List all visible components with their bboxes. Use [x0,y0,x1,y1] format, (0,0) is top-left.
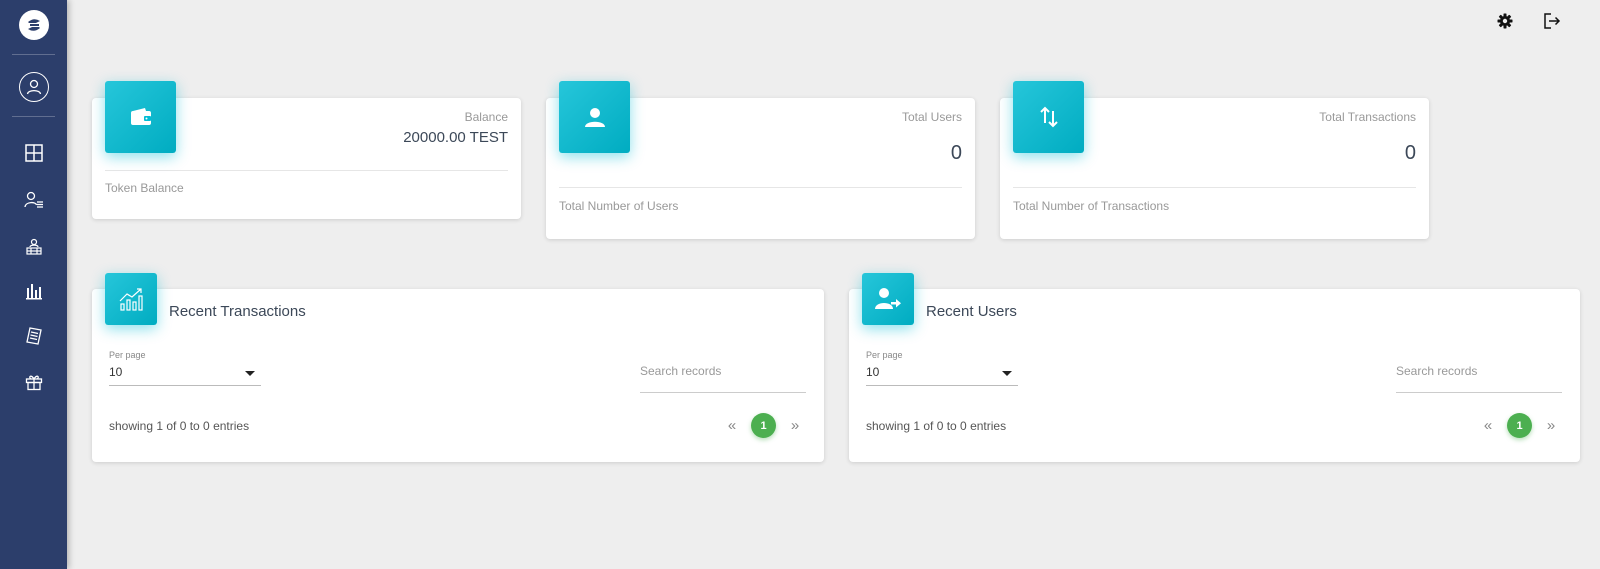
trending-icon-tile [105,273,157,325]
person-icon-tile [559,81,630,153]
sidebar-divider [12,54,55,55]
total-transactions-footer: Total Number of Transactions [1013,199,1170,213]
total-users-value: 0 [950,142,962,164]
user-arrow-icon [875,288,901,309]
pagination-page[interactable]: 1 [1507,413,1532,438]
total-users-footer: Total Number of Users [559,199,679,213]
per-page-select[interactable]: 10 [109,362,261,386]
balance-label: Balance [464,110,508,124]
balance-value: 20000.00 TEST [403,129,508,146]
total-users-label: Total Users [901,110,962,124]
pagination: « 1 » [725,413,802,438]
brand-logo-icon [28,19,40,31]
sidebar-divider [12,116,55,117]
wallet-icon-tile [105,81,176,153]
pagination-prev[interactable]: « [725,417,739,434]
gear-icon [1497,13,1513,29]
user-circle-icon[interactable] [19,72,49,102]
trending-chart-icon [119,288,143,311]
gift-icon [25,375,43,391]
recent-transactions-panel: Recent Transactions Per page 10 showing … [92,289,824,462]
user-arrow-icon-tile [862,273,914,325]
pagination-next[interactable]: » [1544,417,1558,434]
card-divider [105,170,508,171]
pagination: « 1 » [1481,413,1558,438]
bar-chart-icon [26,284,42,300]
sidebar-item-users[interactable] [21,187,47,213]
per-page-value: 10 [109,365,123,379]
entries-info: showing 1 of 0 to 0 entries [866,419,1007,433]
caret-down-icon [245,371,255,376]
logout-button[interactable] [1541,10,1563,32]
brand-logo[interactable] [19,10,49,40]
user-list-icon [24,191,43,208]
sidebar-item-reports[interactable] [21,278,47,304]
dashboard-grid-icon [25,144,43,162]
total-transactions-value: 0 [1404,142,1416,164]
per-page-value: 10 [866,365,880,379]
person-icon [584,108,605,127]
recent-users-panel: Recent Users Per page 10 showing 1 of 0 … [849,289,1580,462]
balance-footer: Token Balance [105,181,184,195]
wallet-icon [130,108,151,125]
per-page-label: Per page [866,350,903,360]
recent-users-title: Recent Users [926,303,1017,320]
pagination-prev[interactable]: « [1481,417,1495,434]
swap-icon-tile [1013,81,1084,153]
search-input[interactable] [1396,349,1562,393]
sidebar-item-rewards[interactable] [21,369,47,395]
entries-info: showing 1 of 0 to 0 entries [109,419,250,433]
per-page-label: Per page [109,350,146,360]
sidebar-item-documents[interactable] [21,323,47,349]
settings-button[interactable] [1494,10,1516,32]
sidebar-item-dashboard[interactable] [21,140,47,166]
sidebar-item-merchants[interactable] [21,234,47,260]
search-input[interactable] [640,349,806,393]
merchant-icon [26,238,42,255]
total-transactions-label: Total Transactions [1319,110,1416,124]
pagination-page[interactable]: 1 [751,413,776,438]
swap-vertical-icon [1039,106,1058,128]
caret-down-icon [1002,371,1012,376]
card-divider [559,187,962,188]
recent-transactions-title: Recent Transactions [169,303,306,320]
sidebar [0,0,67,569]
per-page-select[interactable]: 10 [866,362,1018,386]
document-icon [26,327,42,345]
pagination-next[interactable]: » [788,417,802,434]
logout-icon [1544,13,1561,29]
card-divider [1013,187,1416,188]
